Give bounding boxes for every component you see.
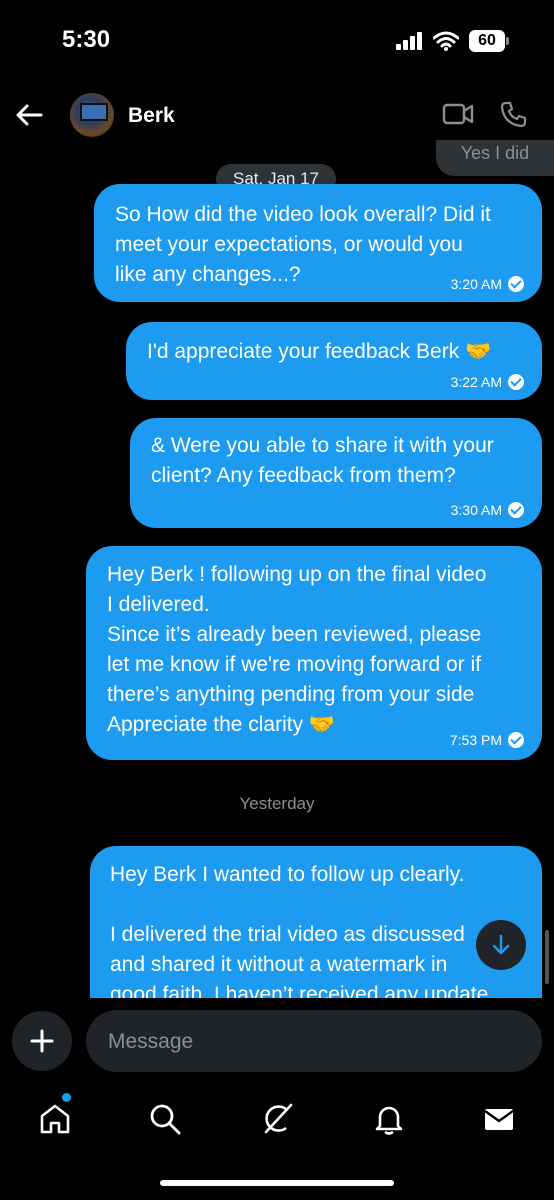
sent-message[interactable]: So How did the video look overall? Did i… [94, 184, 542, 302]
plus-icon [30, 1029, 54, 1053]
read-check-icon [508, 374, 524, 390]
back-arrow-icon[interactable] [14, 100, 44, 130]
avatar[interactable] [70, 93, 114, 137]
contact-name[interactable]: Berk [128, 104, 175, 128]
home-indicator [160, 1180, 394, 1186]
received-message[interactable]: Yes I did [436, 140, 554, 176]
status-bar: 5:30 60 [0, 0, 554, 80]
day-separator: Yesterday [239, 794, 315, 813]
scroll-down-icon [492, 934, 510, 955]
message-text: So How did the video look overall? Did i… [115, 203, 491, 286]
message-meta: 7:53 PM [450, 732, 524, 748]
sent-message[interactable]: Hey Berk I wanted to follow up clearly. … [90, 846, 542, 998]
wifi-icon [433, 31, 459, 51]
message-meta: 3:30 AM [451, 502, 524, 518]
sent-message[interactable]: Hey Berk ! following up on the final vid… [86, 546, 542, 760]
bell-icon[interactable] [372, 1102, 406, 1136]
read-check-icon [508, 732, 524, 748]
bottom-tab-bar [0, 1086, 554, 1156]
video-call-icon[interactable] [442, 102, 474, 126]
grok-icon[interactable] [260, 1102, 294, 1136]
message-time: 3:22 AM [450, 374, 502, 390]
message-text: & Were you able to share it with your cl… [151, 434, 494, 487]
moon-icon [121, 31, 133, 47]
message-text: Hey Berk ! following up on the final vid… [107, 563, 487, 736]
phone-icon[interactable] [500, 100, 528, 128]
signal-icon [396, 32, 422, 50]
read-check-icon [508, 276, 524, 292]
battery-indicator: 60 [469, 30, 505, 52]
scroll-to-bottom-button[interactable] [476, 920, 526, 970]
message-input-container[interactable] [86, 1010, 542, 1074]
sent-message[interactable]: I'd appreciate your feedback Berk 🤝 3:22… [126, 322, 542, 400]
message-meta: 3:20 AM [451, 276, 524, 292]
message-time: 3:30 AM [450, 502, 502, 518]
notification-dot [62, 1093, 71, 1102]
status-time: 5:30 [62, 26, 111, 53]
add-attachment-button[interactable] [12, 1011, 72, 1071]
battery-cap [506, 37, 509, 45]
mail-icon[interactable] [482, 1102, 516, 1136]
message-meta: 3:22 AM [451, 374, 524, 390]
message-time: 7:53 PM [449, 732, 502, 748]
message-input[interactable] [106, 1010, 530, 1074]
message-text: I'd appreciate your feedback Berk 🤝 [147, 340, 492, 363]
sent-message[interactable]: & Were you able to share it with your cl… [130, 418, 542, 528]
scrollbar[interactable] [545, 930, 549, 984]
message-time: 3:20 AM [450, 276, 502, 292]
home-icon[interactable] [38, 1102, 72, 1136]
message-text: Hey Berk I wanted to follow up clearly. … [110, 863, 489, 998]
search-icon[interactable] [148, 1102, 182, 1136]
read-check-icon [508, 502, 524, 518]
message-list[interactable]: Yes I did Sat, Jan 17 So How did the vid… [0, 140, 554, 998]
